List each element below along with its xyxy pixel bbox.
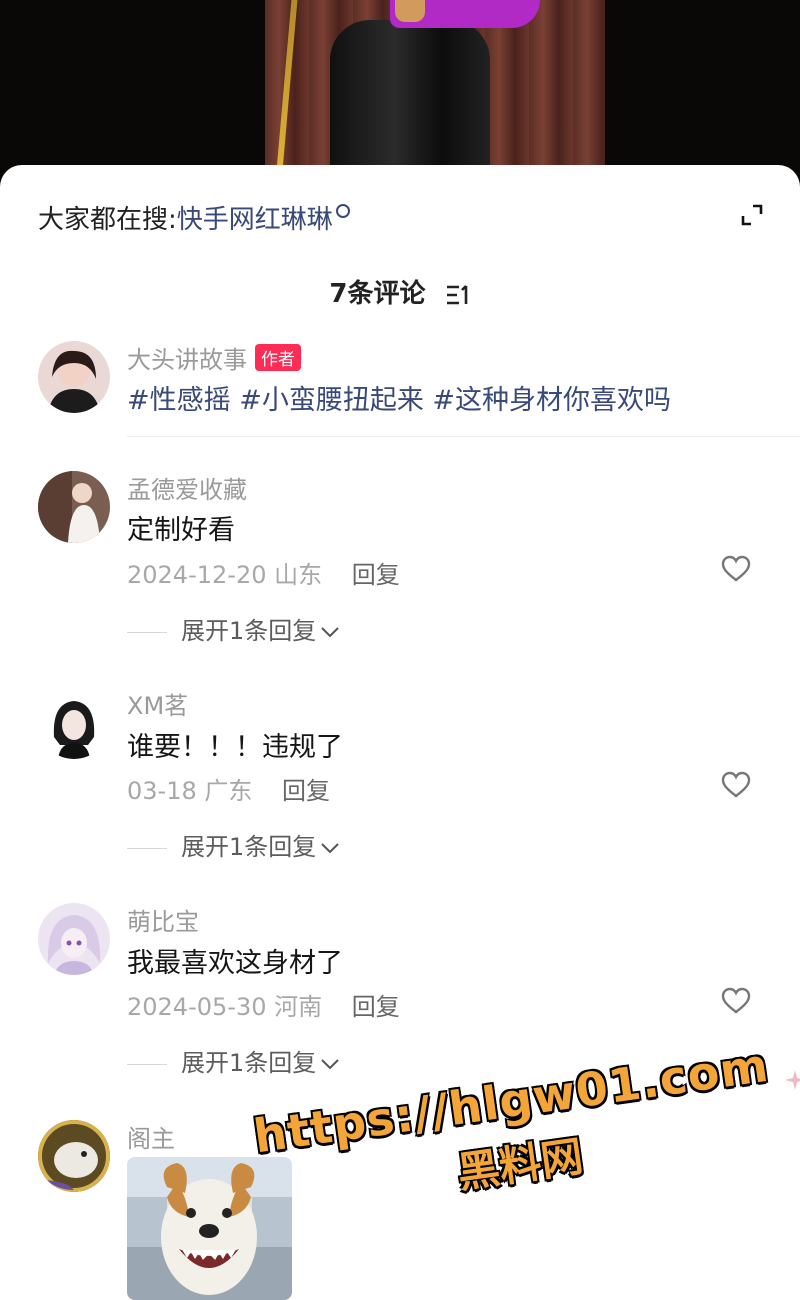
divider	[127, 631, 167, 633]
video-figure-hand	[395, 0, 425, 22]
sort-icon[interactable]	[445, 284, 471, 306]
decoration-icon	[785, 1070, 800, 1090]
comment-meta: 03-18 广东 回复	[127, 771, 330, 806]
comment-text[interactable]: 谁要！！！违规了	[127, 725, 343, 764]
comment-username[interactable]: 大头讲故事 作者	[127, 340, 301, 375]
comment-date: 2024-05-30	[127, 993, 267, 1021]
heart-icon[interactable]	[721, 555, 751, 583]
comment-meta: 2024-12-20 山东 回复	[127, 555, 400, 590]
divider	[127, 1063, 167, 1065]
expand-replies-label[interactable]: 展开1条回复	[181, 617, 316, 645]
chevron-down-icon	[321, 627, 339, 638]
comment-username[interactable]: 阁主	[127, 1119, 175, 1154]
trending-search[interactable]: 大家都在搜:快手网红琳琳	[38, 199, 350, 236]
divider	[127, 436, 800, 437]
expand-replies-label[interactable]: 展开1条回复	[181, 833, 316, 861]
comment-username[interactable]: 萌比宝	[127, 902, 199, 937]
video-player[interactable]	[0, 0, 800, 190]
reply-button[interactable]: 回复	[352, 993, 400, 1021]
comment-username[interactable]: XM茗	[127, 686, 188, 721]
comment-text[interactable]: #性感摇 #小蛮腰扭起来 #这种身材你喜欢吗	[127, 378, 671, 417]
comment-meta: 2024-05-30 河南 回复	[127, 987, 400, 1022]
reply-button[interactable]: 回复	[352, 561, 400, 589]
author-badge: 作者	[255, 344, 301, 371]
reply-button[interactable]: 回复	[282, 777, 330, 805]
avatar[interactable]	[38, 471, 110, 543]
search-icon	[335, 204, 350, 218]
expand-replies-button[interactable]: 展开1条回复	[127, 1043, 340, 1078]
heart-icon[interactable]	[721, 771, 751, 799]
avatar[interactable]	[38, 903, 110, 975]
expand-replies-label[interactable]: 展开1条回复	[181, 1049, 316, 1077]
heart-icon[interactable]	[721, 987, 751, 1015]
avatar[interactable]	[38, 341, 110, 413]
trending-search-keyword[interactable]: 快手网红琳琳	[177, 205, 333, 235]
divider	[127, 847, 167, 849]
expand-replies-button[interactable]: 展开1条回复	[127, 611, 340, 646]
comment-location: 广东	[204, 777, 253, 805]
expand-replies-button[interactable]: 展开1条回复	[127, 827, 340, 862]
comments-count: 7条评论	[329, 279, 426, 309]
comment-date: 2024-12-20	[127, 561, 267, 589]
avatar[interactable]	[38, 1120, 110, 1192]
avatar[interactable]	[38, 687, 110, 759]
comment-date: 03-18	[127, 777, 197, 805]
comment-text[interactable]: 定制好看	[127, 508, 235, 547]
chevron-down-icon	[321, 1059, 339, 1070]
comments-header: 7条评论	[0, 273, 800, 310]
chevron-down-icon	[321, 843, 339, 854]
expand-icon[interactable]	[740, 203, 764, 227]
comment-location: 山东	[274, 561, 323, 589]
comment-location: 河南	[274, 993, 323, 1021]
trending-search-prefix: 大家都在搜:	[38, 205, 177, 235]
comment-username[interactable]: 孟德爱收藏	[127, 470, 247, 505]
comment-text[interactable]: 我最喜欢这身材了	[127, 941, 343, 980]
